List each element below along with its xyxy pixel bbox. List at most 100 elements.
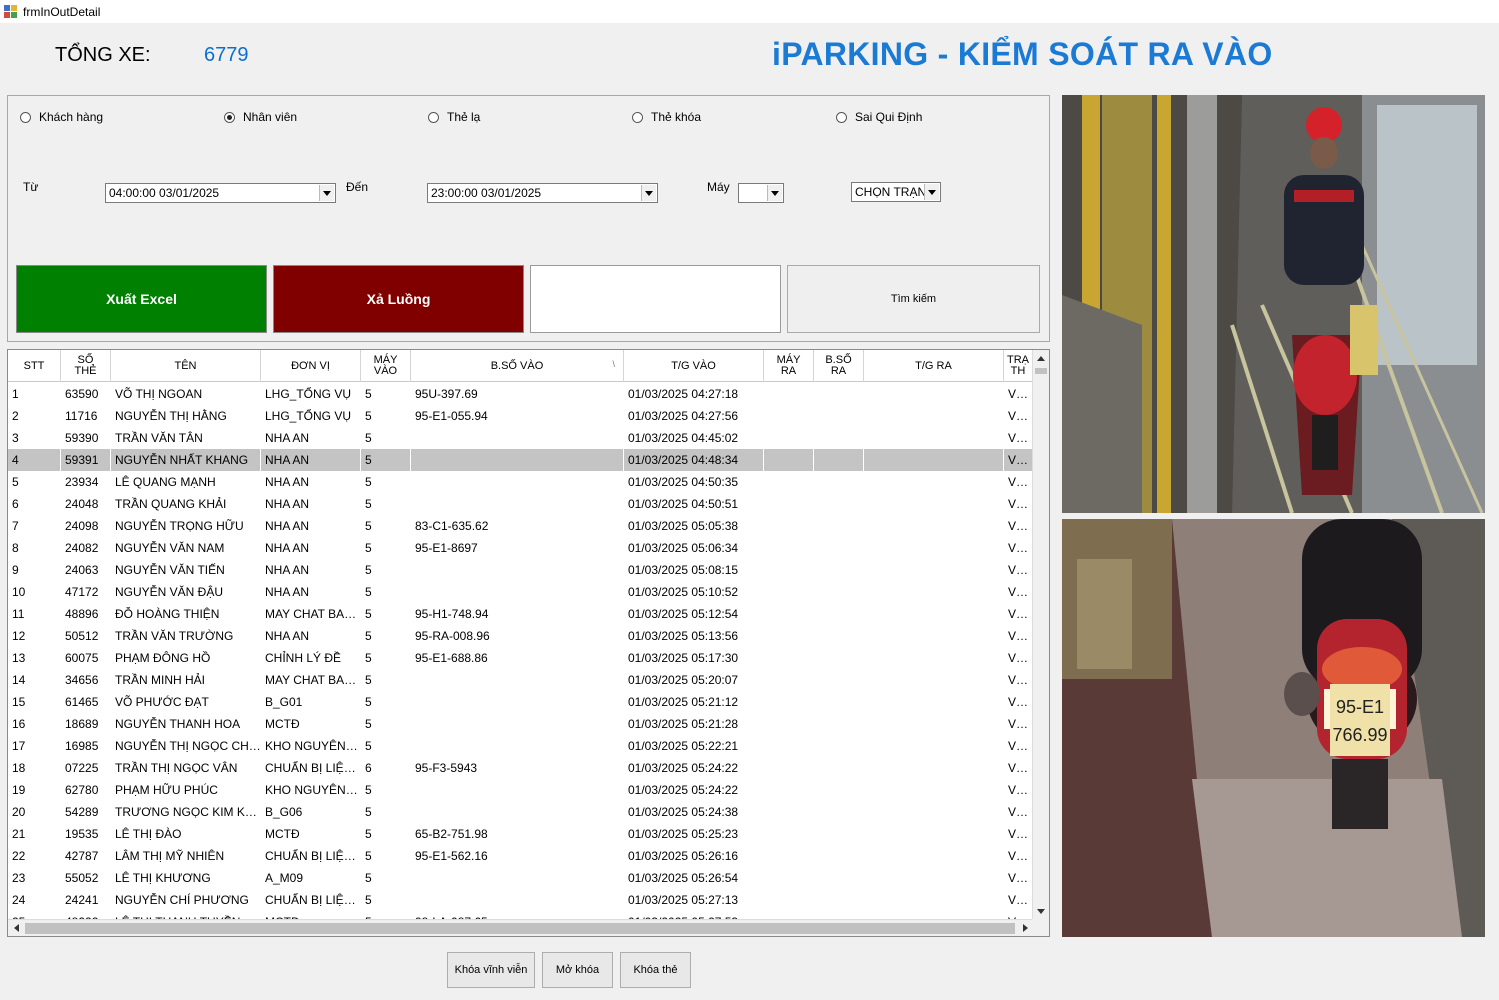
cell-stt[interactable]: 15 xyxy=(8,691,61,713)
table-row[interactable]: 22 42787 LÂM THỊ MỸ NHIÊN CHUẨN BỊ LIỆU ...… xyxy=(8,845,1033,867)
cell-don-vi[interactable]: NHA AN xyxy=(261,625,361,647)
cell-may-vao[interactable]: 5 xyxy=(361,889,411,911)
cell-trang-thai[interactable]: VÀO xyxy=(1004,691,1033,713)
cell-may-ra[interactable] xyxy=(764,889,814,911)
cell-may-ra[interactable] xyxy=(764,625,814,647)
cell-bien-so-ra[interactable] xyxy=(814,493,864,515)
cell-stt[interactable]: 1 xyxy=(8,383,61,405)
cell-bien-so-ra[interactable] xyxy=(814,449,864,471)
scroll-down-icon[interactable] xyxy=(1033,903,1049,919)
radio-indicator[interactable] xyxy=(632,111,643,123)
cell-bien-so-vao[interactable] xyxy=(411,427,624,449)
cell-don-vi[interactable]: CHUẨN BỊ LIỆU ... xyxy=(261,845,361,867)
column-header-may-ra[interactable]: MÁY RA xyxy=(764,350,814,382)
scroll-left-icon[interactable] xyxy=(8,920,24,936)
cell-stt[interactable]: 2 xyxy=(8,405,61,427)
column-header-trang-thai[interactable]: TRẠ TH xyxy=(1004,350,1033,382)
cell-so-the[interactable]: 59391 xyxy=(61,449,111,471)
cell-so-the[interactable]: 62780 xyxy=(61,779,111,801)
cell-tg-ra[interactable] xyxy=(864,581,1004,603)
cell-may-ra[interactable] xyxy=(764,779,814,801)
cell-so-the[interactable]: 34656 xyxy=(61,669,111,691)
column-header-tg-ra[interactable]: T/G RA xyxy=(864,350,1004,382)
cell-may-vao[interactable]: 5 xyxy=(361,405,411,427)
search-button[interactable]: Tìm kiếm xyxy=(787,265,1040,333)
cell-bien-so-ra[interactable] xyxy=(814,735,864,757)
cell-trang-thai[interactable]: VÀO xyxy=(1004,779,1033,801)
horizontal-scrollbar[interactable] xyxy=(8,919,1033,936)
cell-so-the[interactable]: 24063 xyxy=(61,559,111,581)
cell-stt[interactable]: 17 xyxy=(8,735,61,757)
cell-tg-ra[interactable] xyxy=(864,713,1004,735)
cell-tg-ra[interactable] xyxy=(864,911,1004,919)
cell-stt[interactable]: 10 xyxy=(8,581,61,603)
cell-so-the[interactable]: 23934 xyxy=(61,471,111,493)
cell-tg-ra[interactable] xyxy=(864,669,1004,691)
cell-may-vao[interactable]: 5 xyxy=(361,559,411,581)
cell-may-ra[interactable] xyxy=(764,383,814,405)
cell-tg-vao[interactable]: 01/03/2025 05:26:16 xyxy=(624,845,764,867)
cell-so-the[interactable]: 18689 xyxy=(61,713,111,735)
table-row[interactable]: 12 50512 TRẦN VĂN TRƯỜNG NHA AN 5 95-RA-008.9… xyxy=(8,625,1033,647)
cell-stt[interactable]: 19 xyxy=(8,779,61,801)
cell-bien-so-ra[interactable] xyxy=(814,581,864,603)
cell-bien-so-vao[interactable]: 95-E1-688.86 xyxy=(411,647,624,669)
cell-stt[interactable]: 8 xyxy=(8,537,61,559)
radio-the-la[interactable]: Thẻ lạ xyxy=(428,110,480,124)
cell-bien-so-ra[interactable] xyxy=(814,845,864,867)
cell-may-ra[interactable] xyxy=(764,845,814,867)
cell-may-ra[interactable] xyxy=(764,493,814,515)
cell-bien-so-vao[interactable] xyxy=(411,779,624,801)
cell-so-the[interactable]: 63590 xyxy=(61,383,111,405)
cell-tg-ra[interactable] xyxy=(864,647,1004,669)
cell-trang-thai[interactable]: VÀO xyxy=(1004,383,1033,405)
cell-may-ra[interactable] xyxy=(764,647,814,669)
cell-so-the[interactable]: 55052 xyxy=(61,867,111,889)
cell-tg-ra[interactable] xyxy=(864,867,1004,889)
cell-don-vi[interactable]: NHA AN xyxy=(261,471,361,493)
cell-stt[interactable]: 5 xyxy=(8,471,61,493)
table-row[interactable]: 6 24048 TRẦN QUANG KHẢI NHA AN 5 01/03/2025 0… xyxy=(8,493,1033,515)
cell-ten[interactable]: NGUYỄN CHÍ PHƯƠNG xyxy=(111,889,261,911)
cell-trang-thai[interactable]: VÀO xyxy=(1004,647,1033,669)
cell-bien-so-vao[interactable]: 65-B2-751.98 xyxy=(411,823,624,845)
table-row[interactable]: 2548222LÊ THỊ THANH TUYỀNMCTĐ598-LA-087.… xyxy=(8,911,1033,919)
chevron-down-icon[interactable] xyxy=(641,185,656,201)
column-header-bien-so-ra[interactable]: B.SỐ RA xyxy=(814,350,864,382)
cell-may-ra[interactable] xyxy=(764,823,814,845)
cell-ten[interactable]: LÊ THỊ THANH TUYỀN xyxy=(111,911,261,919)
scroll-thumb[interactable] xyxy=(25,923,1015,934)
search-input[interactable] xyxy=(530,265,781,333)
cell-bien-so-vao[interactable] xyxy=(411,559,624,581)
cell-stt[interactable]: 14 xyxy=(8,669,61,691)
cell-trang-thai[interactable]: VÀO xyxy=(1004,625,1033,647)
cell-bien-so-ra[interactable] xyxy=(814,889,864,911)
cell-may-vao[interactable]: 5 xyxy=(361,845,411,867)
cell-bien-so-ra[interactable] xyxy=(814,911,864,919)
table-row[interactable]: 5 23934 LÊ QUANG MẠNH NHA AN 5 01/03/2025 04:… xyxy=(8,471,1033,493)
table-row[interactable]: 16 18689 NGUYỄN THANH HOA MCTĐ 5 01/03/2025 0… xyxy=(8,713,1033,735)
table-row[interactable]: 1 63590 VÕ THỊ NGOAN LHG_TỔNG VỤ 5 95U-397.69… xyxy=(8,383,1033,405)
cell-don-vi[interactable]: KHO NGUYÊN L... xyxy=(261,779,361,801)
cell-ten[interactable]: NGUYỄN VĂN TIẾN xyxy=(111,559,261,581)
cell-stt[interactable]: 9 xyxy=(8,559,61,581)
cell-tg-vao[interactable]: 01/03/2025 04:45:02 xyxy=(624,427,764,449)
cell-don-vi[interactable]: LHG_TỔNG VỤ xyxy=(261,405,361,427)
cell-trang-thai[interactable]: VÀO xyxy=(1004,515,1033,537)
cell-ten[interactable]: TRẦN VĂN TÂN xyxy=(111,427,261,449)
cell-so-the[interactable]: 19535 xyxy=(61,823,111,845)
cell-bien-so-ra[interactable] xyxy=(814,779,864,801)
cell-stt[interactable]: 3 xyxy=(8,427,61,449)
cell-bien-so-vao[interactable] xyxy=(411,735,624,757)
column-header-bien-so-vao[interactable]: B.SỐ VÀO \ xyxy=(411,350,624,382)
cell-stt[interactable]: 23 xyxy=(8,867,61,889)
cell-ten[interactable]: NGUYỄN VĂN NAM xyxy=(111,537,261,559)
cell-may-vao[interactable]: 5 xyxy=(361,691,411,713)
cell-ten[interactable]: LÊ QUANG MẠNH xyxy=(111,471,261,493)
cell-trang-thai[interactable]: VÀO xyxy=(1004,603,1033,625)
chevron-down-icon[interactable] xyxy=(319,185,334,201)
cell-stt[interactable]: 16 xyxy=(8,713,61,735)
cell-don-vi[interactable]: MCTĐ xyxy=(261,713,361,735)
cell-bien-so-vao[interactable] xyxy=(411,669,624,691)
cell-tg-vao[interactable]: 01/03/2025 04:27:18 xyxy=(624,383,764,405)
